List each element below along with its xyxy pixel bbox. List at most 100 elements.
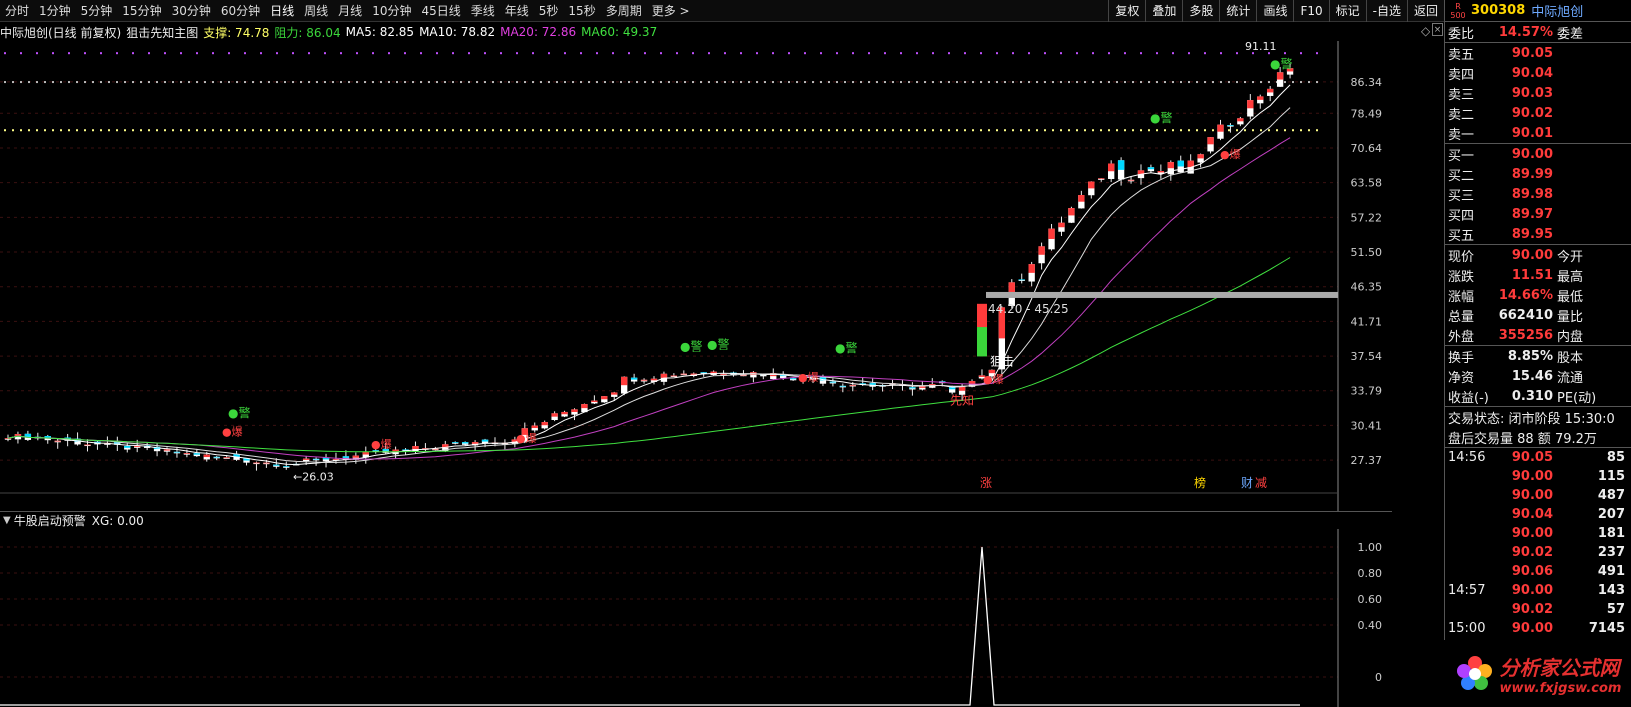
event-tag[interactable]: 财 xyxy=(1241,476,1253,490)
period-tab-10[interactable]: 45日线 xyxy=(416,0,465,22)
burst-marker: ●爆 xyxy=(371,437,392,451)
ma10-line xyxy=(7,107,1291,464)
period-tab-9[interactable]: 10分钟 xyxy=(367,0,416,22)
buys-label: 买一 xyxy=(1448,148,1475,164)
price-tick: 86.34 xyxy=(1351,76,1383,89)
tick-row-9[interactable]: 15:00 90.00 7145 xyxy=(1445,619,1631,638)
flower-icon xyxy=(1456,655,1492,690)
tick-price: 90.04 xyxy=(1511,507,1553,522)
toolbar-button-7[interactable]: -自选 xyxy=(1365,0,1407,22)
xg-value: XG: 0.00 xyxy=(91,513,144,528)
period-tab-1[interactable]: 1分钟 xyxy=(34,0,76,22)
period-tab-14[interactable]: 15秒 xyxy=(563,0,600,22)
buys-label: 买四 xyxy=(1448,208,1475,224)
candle xyxy=(243,458,250,466)
tick-row-1[interactable]: 90.00 115 xyxy=(1445,467,1631,486)
close-icon[interactable]: × xyxy=(1432,23,1443,36)
toolbar-button-4[interactable]: 画线 xyxy=(1256,0,1293,22)
period-tab-0[interactable]: 分时 xyxy=(0,0,34,22)
tick-qty: 115 xyxy=(1597,469,1625,484)
indicator-chart[interactable]: 1.00 0.80 0.60 0.40 0 xyxy=(0,529,1392,707)
candlestick-chart[interactable]: 86.34 78.49 70.64 63.58 57.22 51.50 46.35 41.71… xyxy=(0,41,1392,511)
candle xyxy=(471,440,479,451)
tick-row-4[interactable]: 90.00 181 xyxy=(1445,524,1631,543)
tick-row-2[interactable]: 90.00 487 xyxy=(1445,486,1631,505)
diamond-icon[interactable]: ◇ xyxy=(1421,24,1430,38)
event-tag[interactable]: 榜 xyxy=(1194,475,1206,490)
sniper-candle-base xyxy=(977,327,987,357)
tick-time: 14:57 xyxy=(1448,583,1486,598)
buys-row-3[interactable]: 买四 89.97 xyxy=(1445,204,1631,224)
quote-stats: 现价 90.00 今开 涨跌 11.51 最高 涨幅 14.66% 最低 总量 662410 量比 外盘… xyxy=(1445,244,1631,345)
sells-price: 90.02 xyxy=(1511,105,1553,121)
candle xyxy=(213,455,220,461)
tick-row-8[interactable]: 90.02 57 xyxy=(1445,600,1631,619)
period-tab-15[interactable]: 多周期 xyxy=(601,0,647,22)
period-tab-8[interactable]: 月线 xyxy=(333,0,367,22)
toolbar-button-3[interactable]: 统计 xyxy=(1219,0,1256,22)
tick-row-3[interactable]: 90.04 207 xyxy=(1445,505,1631,524)
toolbar-button-1[interactable]: 叠加 xyxy=(1145,0,1182,22)
price-tick: 30.41 xyxy=(1351,419,1383,432)
stats2-value: 8.85% xyxy=(1507,348,1553,364)
chart-nav-arrows: ◇ × xyxy=(1392,23,1443,41)
stats-right-label: 最低 xyxy=(1557,289,1584,305)
stock-name[interactable]: 中际旭创 xyxy=(1531,1,1583,20)
stats2-row-1: 净资 15.46 流通 xyxy=(1445,366,1631,386)
sells-row-0[interactable]: 卖五 90.05 xyxy=(1445,43,1631,63)
candle xyxy=(909,382,916,396)
stats2-label: 换手 xyxy=(1448,350,1475,366)
period-tab-13[interactable]: 5秒 xyxy=(534,0,564,22)
buys-row-4[interactable]: 买五 89.95 xyxy=(1445,224,1631,244)
stats-value: 11.51 xyxy=(1511,267,1553,283)
period-tab-11[interactable]: 季线 xyxy=(466,0,500,22)
stats-row-3: 总量 662410 量比 xyxy=(1445,305,1631,325)
candle xyxy=(869,377,876,391)
candle xyxy=(452,441,459,445)
toolbar-button-8[interactable]: 返回 xyxy=(1406,0,1444,22)
chevron-down-icon[interactable]: ▼ xyxy=(3,515,11,526)
sells-row-1[interactable]: 卖四 90.04 xyxy=(1445,63,1631,83)
candle xyxy=(1237,116,1244,127)
low-mark: ←26.03 xyxy=(293,471,334,484)
buys-price: 89.99 xyxy=(1511,166,1553,182)
toolbar-button-0[interactable]: 复权 xyxy=(1108,0,1145,22)
period-tab-6[interactable]: 日线 xyxy=(265,0,299,22)
tick-row-5[interactable]: 90.02 237 xyxy=(1445,543,1631,562)
stock-code[interactable]: 300308 xyxy=(1471,3,1525,18)
period-tab-7[interactable]: 周线 xyxy=(299,0,333,22)
stats-row-1: 涨跌 11.51 最高 xyxy=(1445,265,1631,285)
toolbar-button-2[interactable]: 多股 xyxy=(1182,0,1219,22)
sells-row-3[interactable]: 卖二 90.02 xyxy=(1445,103,1631,123)
stock-title[interactable]: 中际旭创(日线 前复权) xyxy=(0,24,121,41)
candle xyxy=(1088,181,1095,199)
period-tab-12[interactable]: 年线 xyxy=(500,0,534,22)
warn-marker: ●警 xyxy=(1270,56,1292,71)
formula-name[interactable]: 狙击先知主图 xyxy=(126,24,198,41)
candle xyxy=(153,442,161,457)
buys-row-2[interactable]: 买三 89.98 xyxy=(1445,184,1631,204)
period-tab-16[interactable]: 更多 > xyxy=(647,0,695,22)
toolbar-button-6[interactable]: 标记 xyxy=(1328,0,1366,22)
webi-label: 委比 xyxy=(1448,26,1475,42)
sells-row-2[interactable]: 卖三 90.03 xyxy=(1445,83,1631,103)
stats-label: 涨跌 xyxy=(1448,269,1475,285)
period-tab-5[interactable]: 60分钟 xyxy=(216,0,265,22)
candle xyxy=(54,438,61,449)
event-tag[interactable]: 涨 xyxy=(980,475,992,490)
candle xyxy=(1177,155,1184,174)
sells-row-4[interactable]: 卖一 90.01 xyxy=(1445,123,1631,143)
buys-row-1[interactable]: 买二 89.99 xyxy=(1445,164,1631,184)
indicator-title[interactable]: 牛股启动预警 xyxy=(14,512,86,529)
period-tab-2[interactable]: 5分钟 xyxy=(76,0,118,22)
tick-row-7[interactable]: 14:57 90.00 143 xyxy=(1445,581,1631,600)
price-tick: 33.79 xyxy=(1351,385,1383,398)
toolbar-button-5[interactable]: F10 xyxy=(1293,0,1328,22)
event-tag[interactable]: 减 xyxy=(1255,476,1267,490)
buys-price: 90.00 xyxy=(1511,146,1553,162)
tick-row-0[interactable]: 14:56 90.05 85 xyxy=(1445,448,1631,467)
period-tab-4[interactable]: 30分钟 xyxy=(167,0,216,22)
tick-row-6[interactable]: 90.06 491 xyxy=(1445,562,1631,581)
buys-row-0[interactable]: 买一 90.00 xyxy=(1445,144,1631,164)
period-tab-3[interactable]: 15分钟 xyxy=(117,0,166,22)
